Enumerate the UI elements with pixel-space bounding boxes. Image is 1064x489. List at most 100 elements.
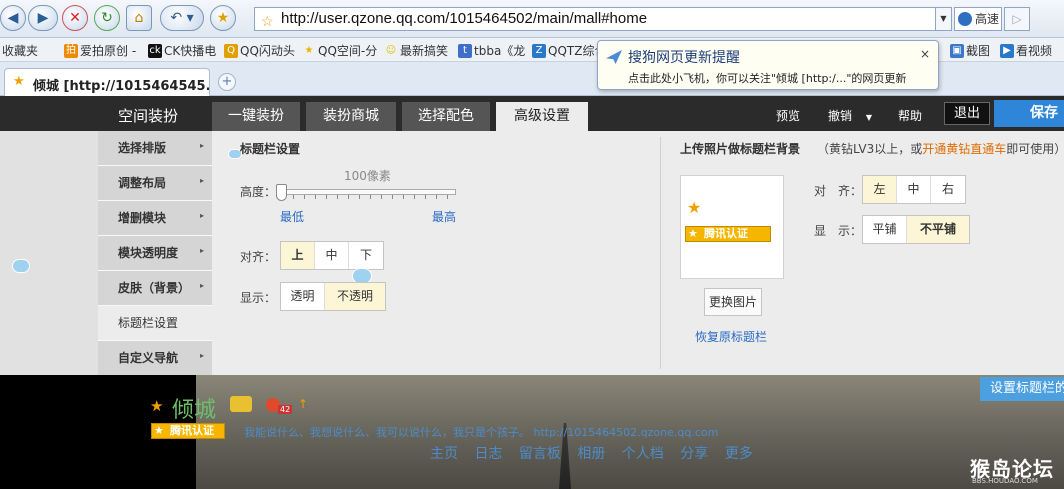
video-button[interactable]: ▶ 看视频	[1000, 42, 1052, 59]
align-left-option[interactable]: 左	[863, 176, 897, 203]
menu-item-navigation[interactable]: 自定义导航 ▸	[98, 341, 212, 376]
undo-link[interactable]: 撤销 ▼	[828, 107, 872, 124]
favorite-item[interactable]: ★ QQ空间-分	[302, 42, 378, 59]
align-selector: 上 中 下	[280, 241, 384, 270]
save-button[interactable]: 保存	[994, 100, 1064, 127]
chevron-right-icon: ▸	[199, 246, 204, 255]
forward-arrow-icon: ▶	[37, 10, 49, 26]
go-button[interactable]: ▷	[1004, 7, 1030, 31]
forward-button[interactable]: ▶	[28, 5, 58, 31]
popup-text[interactable]: 点击此处小飞机，你可以关注"倾城 [http:/..."的网页更新	[628, 70, 938, 86]
set-titlebar-button[interactable]: 设置标题栏的	[980, 377, 1064, 401]
star-icon: ★	[688, 227, 698, 240]
nav-guestbook[interactable]: 留言板	[519, 446, 561, 462]
exit-button[interactable]: 退出	[944, 102, 990, 125]
star-icon: ★	[150, 397, 164, 415]
min-label: 最低	[280, 210, 305, 224]
undo-close-button[interactable]: ↶ ▾	[160, 5, 204, 31]
align-center-option[interactable]: 中	[897, 176, 931, 203]
align-label: 对齐：	[240, 250, 277, 264]
favorite-item[interactable]: Z QQTZ综合	[532, 42, 606, 59]
menu-item-skin[interactable]: 皮肤（背景） ▸	[98, 271, 212, 306]
slider-thumb[interactable]	[276, 184, 287, 201]
opaque-option[interactable]: 不透明	[325, 283, 385, 310]
favorite-item[interactable]: Q QQ闪动头	[224, 42, 295, 59]
favorites-menu[interactable]: 收藏夹	[2, 42, 38, 59]
badge-label: 腾讯认证	[704, 227, 748, 240]
tab-one-click[interactable]: 一键装扮	[212, 102, 300, 131]
star-icon: ★	[154, 424, 164, 437]
no-tile-option[interactable]: 不平铺	[907, 216, 969, 243]
close-icon[interactable]: ×	[920, 47, 930, 61]
menu-item-modules[interactable]: 增删模块 ▸	[98, 201, 212, 236]
section-title: 标题栏设置	[240, 142, 301, 156]
align-bottom-option[interactable]: 下	[349, 242, 383, 269]
upload-note: （黄钻LV3以上，或开通黄钻直通车即可使用）	[817, 140, 1064, 157]
chevron-down-icon: ▼	[865, 113, 872, 122]
refresh-button[interactable]: ↻	[94, 5, 120, 31]
nav-more[interactable]: 更多	[725, 446, 753, 462]
menu-item-layout[interactable]: 选择排版 ▸	[98, 131, 212, 166]
level-badge: 42	[278, 405, 293, 414]
site-nav: 主页 日志 留言板 相册 个人档 分享 更多	[430, 443, 753, 463]
chevron-right-icon: ▸	[199, 281, 204, 290]
nav-home[interactable]: 主页	[430, 446, 458, 462]
menu-item-adjust[interactable]: 调整布局 ▸	[98, 166, 212, 201]
favorite-item[interactable]: t tbba《龙	[458, 42, 525, 59]
change-image-button[interactable]: 更换图片	[704, 288, 762, 316]
verified-badge: ★ 腾讯认证	[685, 226, 771, 242]
menu-item-titlebar[interactable]: 标题栏设置	[98, 306, 212, 341]
restore-titlebar-link[interactable]: 恢复原标题栏	[695, 328, 767, 345]
menu-item-label: 自定义导航	[118, 351, 179, 365]
nav-album[interactable]: 相册	[577, 446, 605, 462]
tab-colors[interactable]: 选择配色	[402, 102, 490, 131]
stop-button[interactable]: ✕	[62, 5, 88, 31]
new-tab-button[interactable]: +	[218, 73, 236, 91]
chevron-right-icon: ▸	[199, 351, 204, 360]
vip-diamond-icon	[230, 396, 252, 412]
home-button[interactable]: ⌂	[126, 5, 152, 31]
upload-display-label: 显 示：	[814, 224, 863, 238]
align-top-option[interactable]: 上	[281, 242, 315, 269]
refresh-icon: ↻	[101, 10, 113, 26]
favorite-button[interactable]: ★	[210, 5, 236, 31]
favorite-item[interactable]: ck CK快播电	[148, 42, 216, 59]
menu-item-label: 选择排版	[118, 141, 167, 155]
transparent-option[interactable]: 透明	[281, 283, 325, 310]
display-selector: 透明 不透明	[280, 282, 386, 311]
tab-advanced[interactable]: 高级设置	[496, 102, 588, 131]
max-label: 最高	[432, 210, 457, 224]
update-reminder-popup[interactable]: 搜狗网页更新提醒 点击此处小飞机，你可以关注"倾城 [http:/..."的网页…	[597, 40, 939, 90]
tab-mall[interactable]: 装扮商城	[306, 102, 396, 131]
back-button[interactable]: ◀	[0, 5, 26, 31]
paper-plane-icon	[606, 50, 622, 64]
chevron-right-icon: ▸	[199, 211, 204, 220]
site-name[interactable]: 倾城	[172, 392, 216, 424]
align-right-option[interactable]: 右	[931, 176, 965, 203]
nav-blog[interactable]: 日志	[474, 446, 502, 462]
upload-display-selector: 平铺 不平铺	[862, 215, 970, 244]
address-bar[interactable]: ☆ http://user.qzone.qq.com/1015464502/ma…	[254, 7, 936, 31]
favorite-item[interactable]: ☺ 最新搞笑	[384, 42, 448, 59]
speed-label: 高速	[975, 12, 1000, 26]
fav-label: QQ闪动头	[240, 44, 295, 58]
address-dropdown-button[interactable]: ▼	[936, 7, 952, 31]
star-icon: ★	[304, 44, 314, 56]
speed-mode-button[interactable]: 高速	[954, 7, 1002, 31]
preview-link[interactable]: 预览	[776, 107, 800, 124]
nav-profile[interactable]: 个人档	[622, 446, 664, 462]
align-middle-option[interactable]: 中	[315, 242, 349, 269]
browser-tab[interactable]: ★ 倾城 [http://1015464545...	[4, 68, 210, 96]
nav-share[interactable]: 分享	[680, 446, 708, 462]
undo-icon: ↶ ▾	[170, 10, 194, 26]
plus-icon: +	[221, 74, 233, 89]
favorite-item[interactable]: 拍爱拍原创 -	[64, 42, 136, 59]
fav-label: 爱拍原创 -	[80, 44, 137, 58]
help-link[interactable]: 帮助	[898, 107, 922, 124]
vip-link[interactable]: 开通黄钻直通车	[922, 142, 1006, 156]
browser-toolbar: ◀ ▶ ✕ ↻ ⌂ ↶ ▾ ★ ☆ http://user.qzone.qq.c…	[0, 0, 1064, 38]
display-label: 显示：	[240, 291, 277, 305]
screenshot-button[interactable]: ▣ 截图	[950, 42, 990, 59]
menu-item-opacity[interactable]: 模块透明度 ▸	[98, 236, 212, 271]
tile-option[interactable]: 平铺	[863, 216, 907, 243]
